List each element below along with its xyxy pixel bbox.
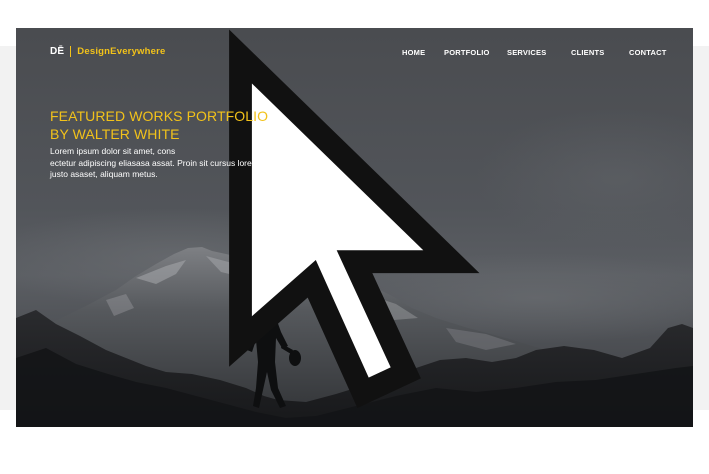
hero-description-line: justo asaset, aliquam metus. [50,169,158,179]
hero-description-line: Lorem ipsum dolor sit amet, cons [50,146,176,156]
hero-title: FEATURED WORKS PORTFOLIO BY WALTER WHITE [50,107,310,143]
hero-description: Lorem ipsum dolor sit amet, cons ectetur… [50,146,290,181]
hero-title-line: BY WALTER WHITE [50,126,180,142]
hero-section: DĒ DesignEverywhere HOME PORTFOLIO SERVI… [16,28,693,427]
left-margin-strip [0,46,16,410]
hero-description-line: ectetur adipiscing eliasasa assat. Proin… [50,157,257,168]
right-margin-strip [693,46,709,410]
mouse-cursor-icon [229,29,480,409]
hero-title-line: FEATURED WORKS PORTFOLIO [50,108,269,124]
